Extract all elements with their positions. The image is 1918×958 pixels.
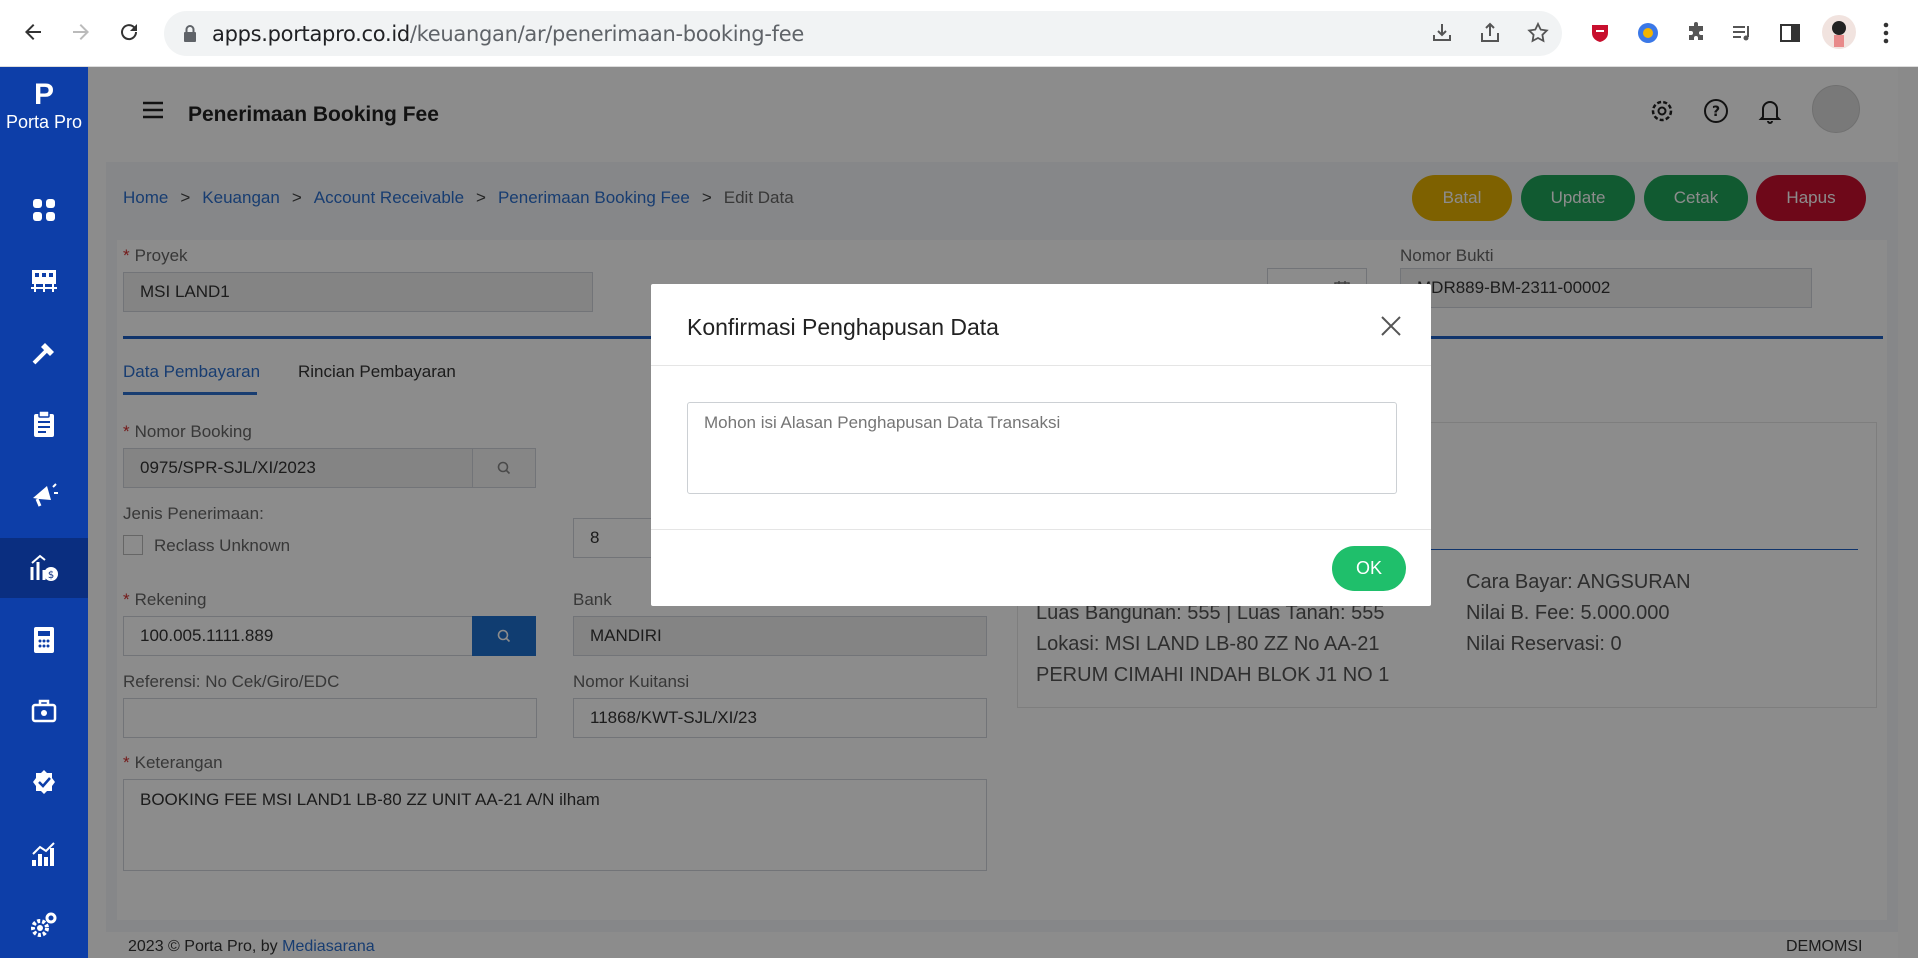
- modal-title: Konfirmasi Penghapusan Data: [687, 314, 999, 340]
- page-scrollbar[interactable]: [1898, 67, 1918, 958]
- sidebar-item-marketing[interactable]: [0, 465, 88, 525]
- sidebar-item-finance[interactable]: $: [0, 538, 88, 598]
- modal-header-divider: [651, 365, 1431, 366]
- badge-check-icon: [33, 770, 55, 794]
- modal-backdrop[interactable]: Konfirmasi Penghapusan Data OK: [88, 67, 1918, 958]
- media-queue-icon[interactable]: [1728, 19, 1756, 47]
- share-icon[interactable]: [1476, 19, 1504, 47]
- briefcase-icon: [31, 699, 57, 723]
- install-icon[interactable]: [1428, 19, 1456, 47]
- ok-button[interactable]: OK: [1332, 546, 1406, 591]
- sidebar-item-construction[interactable]: [0, 323, 88, 383]
- brand-logo[interactable]: P Porta Pro: [0, 79, 88, 133]
- sidebar: P Porta Pro $: [0, 67, 88, 958]
- tools-icon: [32, 343, 54, 365]
- sidebar-item-assets[interactable]: [0, 681, 88, 741]
- extension-shield-icon[interactable]: [1586, 19, 1614, 47]
- forward-icon[interactable]: [66, 17, 96, 47]
- url-text[interactable]: apps.portapro.co.id/keuangan/ar/penerima…: [212, 22, 804, 46]
- side-panel-icon[interactable]: [1776, 19, 1804, 47]
- delete-reason-textarea[interactable]: [687, 402, 1397, 494]
- megaphone-icon: [33, 483, 58, 507]
- close-icon[interactable]: [1377, 312, 1405, 340]
- extensions-puzzle-icon[interactable]: [1682, 19, 1710, 47]
- dashboard-icon: [33, 199, 55, 221]
- sidebar-item-approval[interactable]: [0, 752, 88, 812]
- modal-footer-divider: [651, 529, 1431, 530]
- sidebar-item-settings[interactable]: [0, 895, 88, 955]
- sidebar-item-cashier[interactable]: [0, 610, 88, 670]
- cash-register-icon: [34, 627, 54, 653]
- lock-icon: [176, 20, 204, 48]
- extension-circle-icon[interactable]: [1634, 19, 1662, 47]
- clipboard-icon: [34, 410, 54, 437]
- svg-text:$: $: [48, 570, 54, 581]
- delete-confirmation-modal: Konfirmasi Penghapusan Data OK: [651, 284, 1431, 606]
- browser-toolbar: apps.portapro.co.id/keuangan/ar/penerima…: [0, 0, 1918, 67]
- sidebar-item-reports[interactable]: [0, 824, 88, 884]
- browser-menu-icon[interactable]: [1872, 19, 1900, 47]
- back-icon[interactable]: [18, 17, 48, 47]
- chart-icon: [32, 842, 55, 866]
- settings-icon: [31, 912, 57, 937]
- reload-icon[interactable]: [114, 17, 144, 47]
- building-icon: [31, 270, 57, 292]
- profile-avatar-icon[interactable]: [1822, 15, 1856, 49]
- bookmark-star-icon[interactable]: [1524, 19, 1552, 47]
- finance-icon: $: [30, 554, 58, 581]
- sidebar-item-property[interactable]: [0, 251, 88, 311]
- sidebar-item-documents[interactable]: [0, 394, 88, 454]
- sidebar-item-dashboard[interactable]: [0, 180, 88, 240]
